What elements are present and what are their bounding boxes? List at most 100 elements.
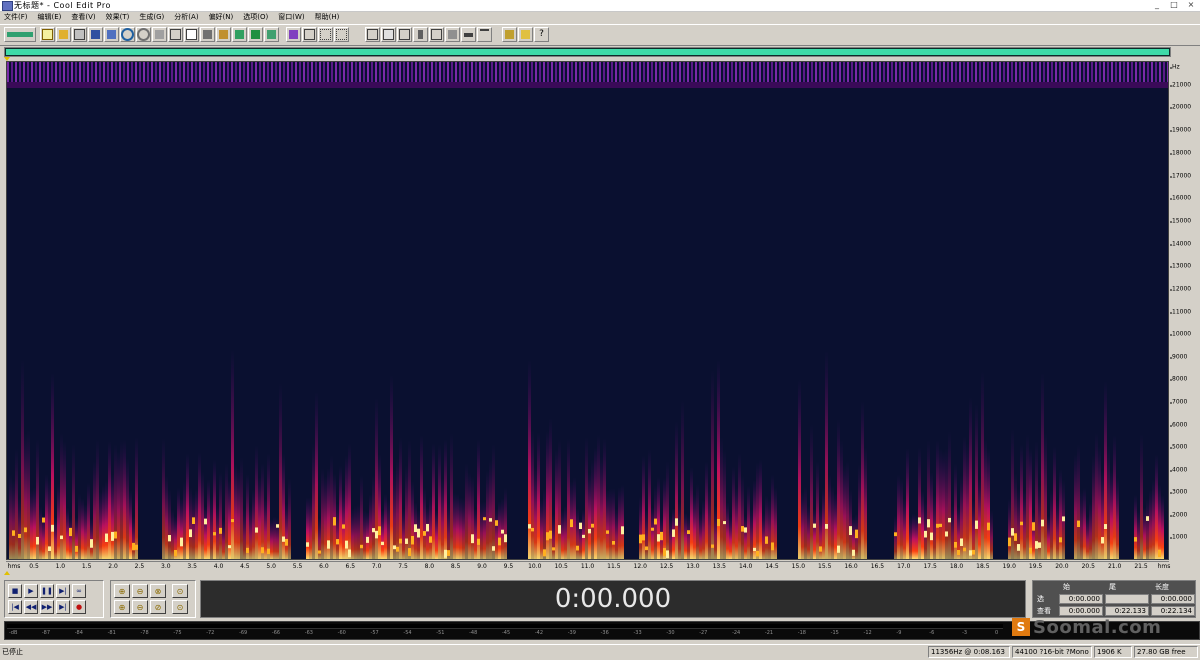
hz-tick: 7000 — [1169, 398, 1188, 406]
hz-tick: 21000 — [1169, 81, 1192, 89]
find-icon[interactable] — [429, 27, 444, 42]
copy-new-icon[interactable] — [184, 27, 199, 42]
zoom-in-vertical-icon[interactable]: ⊕ — [114, 600, 130, 614]
app-icon[interactable] — [2, 1, 13, 11]
redo-icon[interactable] — [136, 27, 151, 42]
new-file-icon[interactable] — [40, 27, 55, 42]
level-tick: -21 — [764, 630, 774, 636]
spectrogram-svg — [7, 62, 1168, 559]
trim-icon[interactable] — [264, 27, 279, 42]
close-button[interactable]: × — [1184, 0, 1198, 10]
open-file-icon[interactable] — [56, 27, 71, 42]
menu-file[interactable]: 文件(F) — [0, 12, 34, 23]
scripts-icon[interactable] — [413, 27, 428, 42]
hz-tick: 11000 — [1169, 308, 1192, 316]
menu-favorites[interactable]: 偏好(N) — [205, 12, 240, 23]
level-tick: -63 — [304, 630, 313, 636]
spectral-view-icon[interactable] — [286, 27, 301, 42]
zoom-left-icon[interactable]: ⊘ — [150, 600, 166, 614]
menu-help[interactable]: 帮助(H) — [311, 12, 346, 23]
waveform-overview[interactable] — [4, 47, 1171, 57]
level-tick: -33 — [633, 630, 642, 636]
zoom-selection-icon[interactable]: ⊙ — [172, 584, 188, 598]
playlist-icon[interactable] — [381, 27, 396, 42]
menu-generate[interactable]: 生成(G) — [135, 12, 170, 23]
snap-icon[interactable] — [318, 27, 333, 42]
transport-controls: ■ ▶ ❚❚ ▶| ∞ |◀ ◀◀ ▶▶ ▶| ● — [4, 580, 104, 618]
repeat-icon[interactable] — [152, 27, 167, 42]
cut-icon[interactable] — [200, 27, 215, 42]
time-tick: 17.0 — [897, 563, 911, 570]
cue-list-icon[interactable] — [365, 27, 380, 42]
waveform-view-icon[interactable] — [302, 27, 317, 42]
hz-tick: 14000 — [1169, 240, 1192, 248]
meter-icon[interactable] — [461, 27, 476, 42]
help-icon[interactable]: ? — [534, 27, 549, 42]
rewind-button[interactable]: ◀◀ — [24, 600, 38, 614]
loop-button[interactable]: ∞ — [72, 584, 86, 598]
go-to-end-button[interactable]: ▶| — [56, 600, 70, 614]
start-marker-bottom[interactable] — [4, 571, 10, 575]
title-bar: 无标题* - Cool Edit Pro _ □ × — [0, 0, 1200, 12]
time-unit-end: hms — [1157, 563, 1171, 570]
zoom-right-icon[interactable]: ⊙ — [172, 600, 188, 614]
minimize-button[interactable]: _ — [1150, 0, 1164, 10]
level-tick: -6 — [929, 630, 935, 636]
time-tick: 16.5 — [870, 563, 885, 570]
zoom-out-vertical-icon[interactable]: ⊖ — [132, 600, 148, 614]
info-icon[interactable] — [397, 27, 412, 42]
effects-icon[interactable] — [445, 27, 460, 42]
level-tick: -dB — [9, 630, 18, 636]
undo-icon[interactable] — [120, 27, 135, 42]
close-file-icon[interactable] — [72, 27, 87, 42]
selection-begin-field[interactable]: 0:00.000 — [1059, 594, 1103, 604]
selection-length-field[interactable]: 0:00.000 — [1151, 594, 1195, 604]
menu-options[interactable]: 选项(O) — [239, 12, 274, 23]
play-to-end-button[interactable]: ▶| — [56, 584, 70, 598]
time-ruler[interactable]: hms hms 0.5 1.0 1.5 2.0 2.5 3.0 3.5 4.0 4.5 5.0 5.… — [6, 561, 1171, 572]
fast-forward-button[interactable]: ▶▶ — [40, 600, 54, 614]
selection-end-field[interactable] — [1105, 594, 1149, 604]
mix-paste-icon[interactable] — [248, 27, 263, 42]
grid-icon[interactable] — [334, 27, 349, 42]
zoom-in-horizontal-icon[interactable]: ⊕ — [114, 584, 130, 598]
go-to-start-button[interactable]: |◀ — [8, 600, 22, 614]
pause-button[interactable]: ❚❚ — [40, 584, 54, 598]
time-tick: 14.0 — [738, 563, 753, 570]
zoom-controls: ⊕ ⊖ ⊗ ⊙ ⊕ ⊖ ⊘ ⊙ — [110, 580, 196, 618]
multitrack-toggle-button[interactable] — [4, 27, 36, 42]
time-tick: 4.0 — [213, 563, 224, 570]
time-tick: 11.0 — [580, 563, 595, 570]
level-tick: -60 — [337, 630, 346, 636]
time-tick: 5.5 — [292, 563, 303, 570]
level-tick: -78 — [140, 630, 149, 636]
zoom-full-icon[interactable]: ⊗ — [150, 584, 166, 598]
level-tick: -81 — [107, 630, 116, 636]
time-tick: 8.5 — [450, 563, 461, 570]
play-button[interactable]: ▶ — [24, 584, 38, 598]
toolbar: ? — [0, 24, 1200, 46]
hz-tick: 10000 — [1169, 330, 1192, 338]
time-tick: 14.5 — [765, 563, 779, 570]
menu-analyze[interactable]: 分析(A) — [170, 12, 204, 23]
menu-view[interactable]: 查看(V) — [67, 12, 101, 23]
properties-icon[interactable] — [518, 27, 533, 42]
save-as-icon[interactable] — [104, 27, 119, 42]
menu-window[interactable]: 窗口(W) — [274, 12, 310, 23]
stop-button[interactable]: ■ — [8, 584, 22, 598]
record-button[interactable]: ● — [72, 600, 86, 614]
level-bar — [7, 624, 1003, 629]
paste-icon[interactable] — [216, 27, 231, 42]
paste-new-icon[interactable] — [232, 27, 247, 42]
status-format-info: 44100 ?16-bit ?Mono — [1012, 646, 1092, 658]
level-tick: -30 — [666, 630, 675, 636]
cd-player-icon[interactable] — [502, 27, 517, 42]
zoom-out-horizontal-icon[interactable]: ⊖ — [132, 584, 148, 598]
menu-edit[interactable]: 编辑(E) — [34, 12, 68, 23]
settings-icon[interactable] — [477, 27, 492, 42]
save-icon[interactable] — [88, 27, 103, 42]
menu-effects[interactable]: 效果(T) — [102, 12, 136, 23]
spectrogram-view[interactable] — [6, 61, 1169, 560]
copy-icon[interactable] — [168, 27, 183, 42]
maximize-button[interactable]: □ — [1167, 0, 1181, 10]
